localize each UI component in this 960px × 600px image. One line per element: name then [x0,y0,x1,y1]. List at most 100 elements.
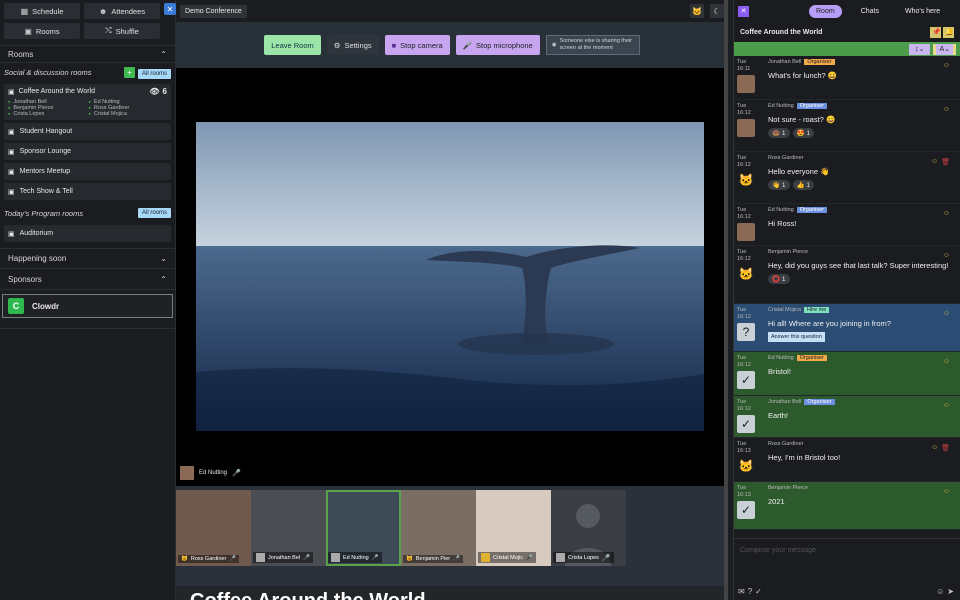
chevron-up-icon: ⌃ [160,274,167,284]
close-chat-button[interactable]: ✕ [738,5,749,17]
emoji-react-icon[interactable]: ☺ [943,488,950,495]
reaction-chip[interactable]: 👍 1 [792,180,815,190]
question-message[interactable]: Tue 16:12 ? Cristal Mojica Hire me Hi all!… [734,304,960,352]
answer-message[interactable]: Tue 16:12 ✓ Ed Nutting Organiser Bristol! … [734,352,960,396]
emoji-react-icon[interactable]: ☺ [943,310,950,317]
sort-button[interactable]: ↕⌄ [909,43,931,55]
shuffle-button[interactable]: ⤭ Shuffle [84,23,160,39]
shared-video [196,122,704,431]
message-time: Tue 16:12 [737,155,751,168]
participant-tile[interactable]: 🐱 Ross Gardiner 🎤 [176,490,251,566]
room-coffee-around-the-world[interactable]: ▣Coffee Around the World 👁6 Jonathan Bel… [4,84,171,120]
notifications-button[interactable]: 🔔 [943,26,954,38]
reaction-chip[interactable]: ⭕ 1 [768,274,790,284]
chat-message[interactable]: Tue 16:13 🐱 Ross Gardiner Hey, I'm in Bri… [734,438,960,482]
room-tech-show-tell[interactable]: ▣ Tech Show & Tell [4,183,171,200]
sponsor-logo: C [8,298,24,314]
answer-message[interactable]: Tue 16:12 ✓ Jonathan Bell Organiser Earth!… [734,396,960,438]
settings-button[interactable]: ⚙ Settings [326,35,379,55]
chat-message[interactable]: Tue 16:12 🐱 Ross Gardiner Hello everyone … [734,152,960,204]
reaction-chip[interactable]: 😍 1 [792,128,815,138]
answer-question-button[interactable]: Answer this question [768,332,825,342]
emoji-react-icon[interactable]: ☺ [931,158,938,166]
message-text: What's for lunch? 😀 [768,71,838,80]
door-icon: ▣ [8,148,15,156]
participant-tile[interactable]: Jonathan Bel 🎤 [251,490,326,566]
participant-strip: 🐱 Ross Gardiner 🎤 Jonathan Bel 🎤 Ed Nutting… [176,486,728,586]
sponsor-clowdr[interactable]: C Clowdr [2,294,173,318]
message-text: Bristol! [768,367,791,376]
tab-room[interactable]: Room [809,4,842,18]
message-time: Tue 16:13 [737,485,751,498]
chat-message[interactable]: Tue 16:12 Ed Nutting Organiser Hi Ross! ☺ [734,204,960,246]
info-icon: ◉ [551,41,557,48]
room-auditorium[interactable]: ▣ Auditorium [4,225,171,242]
check-icon: ✓ [737,501,755,519]
chat-message[interactable]: Tue 16:11 Jonathan Bell Organiser What's f… [734,56,960,100]
room-person: Cristal Mojica [89,111,168,117]
question-icon[interactable]: ? [748,587,752,596]
emoji-react-icon[interactable]: ☺ [943,210,950,217]
message-author: Ed Nutting [768,355,794,361]
scrollbar[interactable] [724,0,728,600]
sponsors-header[interactable]: Sponsors ⌃ [0,269,175,290]
emoji-react-icon[interactable]: ☺ [943,106,950,113]
cat-avatar-icon: 🐱 [738,267,754,281]
all-rooms-button[interactable]: All rooms [137,69,171,79]
dark-mode-toggle[interactable]: ☾ [710,4,724,18]
shuffle-icon: ⤭ [105,26,112,35]
answer-message[interactable]: Tue 16:13 ✓ Benjamin Pierce 2021 ☺ [734,482,960,530]
rooms-section-header[interactable]: Rooms ⌃ [0,45,175,63]
pin-button[interactable]: 📌 [930,26,941,38]
font-icon: A⌄ [936,43,953,55]
tab-chats[interactable]: Chats [854,5,886,18]
plus-icon: + [127,68,132,77]
message-time: Tue 16:12 [737,103,751,116]
happening-soon-header[interactable]: Happening soon ⌄ [0,248,175,269]
stop-microphone-button[interactable]: 🎤 Stop microphone [455,35,540,55]
rooms-button[interactable]: ▣ Rooms [4,23,80,39]
room-student-hangout[interactable]: ▣ Student Hangout [4,123,171,140]
add-room-button[interactable]: + [123,67,135,78]
conference-name[interactable]: Demo Conference [180,4,247,18]
participant-tile[interactable]: Crista Lopes 🎤 [551,490,626,566]
message-type-icon[interactable]: ✉ [738,587,745,596]
profile-button[interactable]: 🐱 [690,4,704,18]
delete-icon[interactable]: 🗑 [941,444,950,452]
participant-tile[interactable]: Ed Nutting 🎤 [326,490,401,566]
door-icon: ▣ [8,168,15,176]
participant-tile[interactable]: 🐱 Benjamin Pier 🎤 [401,490,476,566]
cat-avatar-icon: 🐱 [690,4,704,18]
program-all-rooms-button[interactable]: All rooms [137,208,171,218]
close-sidebar-button[interactable]: ✕ [164,3,176,15]
tab-whos-here[interactable]: Who's here [898,5,947,18]
eye-icon: 👁 [149,87,160,96]
chat-message[interactable]: Tue 16:12 Ed Nutting Organiser Not sure - … [734,100,960,152]
microphone-icon: 🎤 [462,40,473,50]
social-rooms-header: Social & discussion rooms + All rooms [0,63,175,82]
room-mentors-meetup[interactable]: ▣ Mentors Meetup [4,163,171,180]
reaction-chip[interactable]: 🍩 1 [768,128,790,138]
answer-icon[interactable]: ✓ [755,587,762,596]
room-sponsor-lounge[interactable]: ▣ Sponsor Lounge [4,143,171,160]
attendees-button[interactable]: ☻ Attendees [84,3,160,19]
calendar-icon: ▦ [20,6,29,16]
emoji-icon[interactable]: ☺ [936,587,944,596]
emoji-react-icon[interactable]: ☺ [943,252,950,259]
delete-icon[interactable]: 🗑 [941,158,950,166]
stop-camera-button[interactable]: ■ Stop camera [384,35,450,55]
leave-room-button[interactable]: Leave Room [264,35,321,55]
text-size-button[interactable]: A⌄ [933,43,956,55]
emoji-react-icon[interactable]: ☺ [943,402,950,409]
reaction-chip[interactable]: 👋 1 [768,180,790,190]
cat-avatar-icon: 🐱 [738,173,754,187]
emoji-react-icon[interactable]: ☺ [943,62,950,69]
schedule-button[interactable]: ▦ Schedule [4,3,80,19]
emoji-react-icon[interactable]: ☺ [943,358,950,365]
chat-message[interactable]: Tue 16:12 🐱 Benjamin Pierce Hey, did you … [734,246,960,304]
emoji-react-icon[interactable]: ☺ [931,444,938,452]
close-icon: ✕ [166,4,174,14]
participant-tile[interactable]: Cristal Mojic 🎤 [476,490,551,566]
compose-input[interactable]: Compose your message [734,538,960,578]
send-icon[interactable]: ➤ [947,587,954,596]
